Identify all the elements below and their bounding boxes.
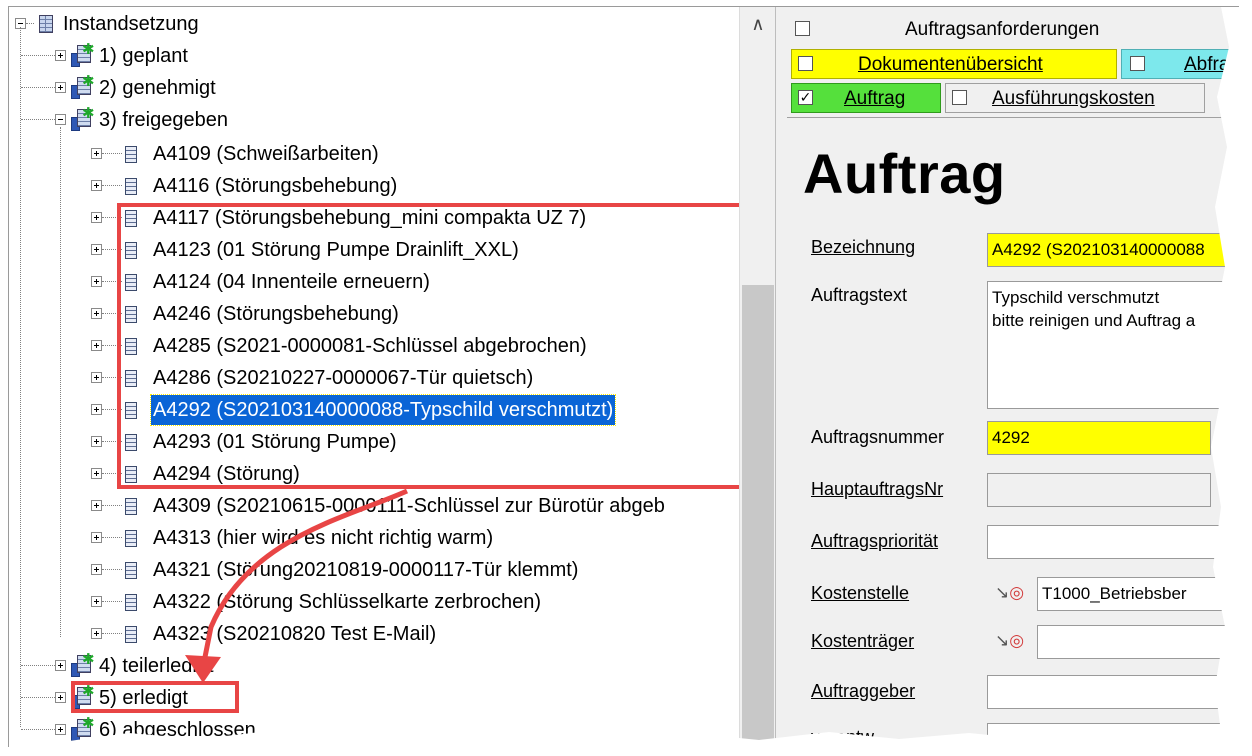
auftragsprioritaet-select[interactable] (987, 525, 1221, 559)
tab-label: Auftragsanforderungen (905, 19, 1100, 40)
tab-label: Dokumentenübersicht (858, 54, 1043, 75)
form-title: Auftrag (803, 142, 1006, 205)
scrollbar-thumb[interactable] (742, 285, 774, 747)
tab-auftragsanforderungen[interactable]: Auftragsanforderungen (787, 15, 1239, 45)
tab-dokumentenuebersicht[interactable]: Dokumentenübersicht (791, 49, 1117, 79)
expand-icon[interactable] (91, 404, 102, 415)
expand-icon[interactable] (91, 276, 102, 287)
annotation-arrow-icon (185, 488, 409, 683)
collapse-icon[interactable] (55, 114, 66, 125)
tab-auftrag[interactable]: ✓ Auftrag (791, 83, 941, 113)
tree-group-label: 3) freigegeben (99, 109, 228, 131)
order-icon (125, 594, 137, 611)
status-folder-icon: ✱ (71, 42, 95, 69)
hauptauftragsnr-field[interactable] (987, 473, 1211, 507)
memo-line: Typschild verschmutzt (992, 288, 1160, 307)
tab-checkbox[interactable] (798, 56, 813, 71)
expand-icon[interactable] (91, 628, 102, 639)
tree-root-label: Instandsetzung (63, 13, 199, 35)
tab-ausfuehrungskosten[interactable]: Ausführungskosten (945, 83, 1205, 113)
expand-icon[interactable] (91, 564, 102, 575)
tree-scrollbar[interactable]: ∧ (739, 7, 776, 747)
tab-label: Auftrag (844, 88, 906, 109)
order-icon (125, 530, 137, 547)
auftragstext-label: Auftragstext (811, 285, 908, 305)
expand-icon[interactable] (91, 436, 102, 447)
tree-item[interactable]: A4109 (Schweißarbeiten) (9, 139, 729, 169)
auftragsnummer-field[interactable]: 4292 (987, 421, 1211, 455)
annotation-highlight-box (117, 203, 739, 489)
checked-checkbox-icon[interactable]: ✓ (798, 90, 813, 105)
app-window: Instandsetzung ✱ 1) geplant ✱ 2) genehmi… (8, 6, 1239, 747)
hauptauftragsnr-label: HauptauftragsNr (811, 479, 944, 499)
lookup-target-icon[interactable]: ↘◎ (995, 631, 1029, 655)
tree-item[interactable]: A4116 (Störungsbehebung) (9, 171, 729, 201)
tree-group-freigegeben[interactable]: ✱ 3) freigegeben (9, 105, 729, 135)
expand-icon[interactable] (91, 500, 102, 511)
expand-icon[interactable] (91, 596, 102, 607)
tab-checkbox[interactable] (795, 21, 810, 36)
expand-icon[interactable] (91, 340, 102, 351)
tree-group-label: 1) geplant (99, 45, 188, 67)
expand-icon[interactable] (91, 148, 102, 159)
scroll-up-icon[interactable]: ∧ (740, 7, 776, 41)
tab-checkbox[interactable] (1130, 56, 1145, 71)
expand-icon[interactable] (91, 372, 102, 383)
bezeichnung-label: Bezeichnung (811, 237, 916, 257)
order-icon (125, 146, 137, 163)
expand-icon[interactable] (91, 468, 102, 479)
tab-label: Ausführungskosten (992, 88, 1155, 109)
memo-line: bitte reinigen und Auftrag a (992, 311, 1196, 330)
tree-root[interactable]: Instandsetzung (9, 9, 729, 39)
kostentraeger-label: Kostenträger (811, 631, 915, 651)
tree-group-geplant[interactable]: ✱ 1) geplant (9, 41, 729, 71)
tree-item-label: A4116 (Störungsbehebung) (153, 175, 398, 197)
status-folder-icon: ✱ (71, 106, 95, 133)
auftraggeber-label: Auftraggeber (811, 681, 916, 701)
expand-icon[interactable] (91, 244, 102, 255)
order-icon (125, 498, 137, 515)
order-icon (125, 626, 137, 643)
order-tree[interactable]: Instandsetzung ✱ 1) geplant ✱ 2) genehmi… (9, 7, 739, 747)
detail-pane: Auftragsanforderungen Dokumentenübersich… (787, 7, 1239, 747)
lookup-target-icon[interactable]: ↘◎ (995, 583, 1029, 607)
tree-item-label: A4109 (Schweißarbeiten) (153, 143, 379, 165)
order-icon (125, 178, 137, 195)
tree-group-genehmigt[interactable]: ✱ 2) genehmigt (9, 73, 729, 103)
expand-icon[interactable] (55, 50, 66, 61)
expand-icon[interactable] (91, 212, 102, 223)
status-folder-icon: ✱ (71, 652, 95, 679)
expand-icon[interactable] (55, 82, 66, 93)
expand-icon[interactable] (91, 532, 102, 543)
expand-icon[interactable] (55, 692, 66, 703)
table-icon (39, 15, 53, 33)
tab-checkbox[interactable] (952, 90, 967, 105)
expand-icon[interactable] (91, 308, 102, 319)
status-folder-icon: ✱ (71, 74, 95, 101)
order-icon (125, 562, 137, 579)
kostenstelle-label: Kostenstelle (811, 583, 910, 603)
auftragsprioritaet-label: Auftragspriorität (811, 531, 939, 551)
auftragsnummer-label: Auftragsnummer (811, 427, 945, 447)
expand-icon[interactable] (55, 660, 66, 671)
tree-group-label: 2) genehmigt (99, 77, 216, 99)
expand-icon[interactable] (91, 180, 102, 191)
torn-edge (1211, 7, 1239, 747)
torn-edge (9, 731, 1239, 747)
